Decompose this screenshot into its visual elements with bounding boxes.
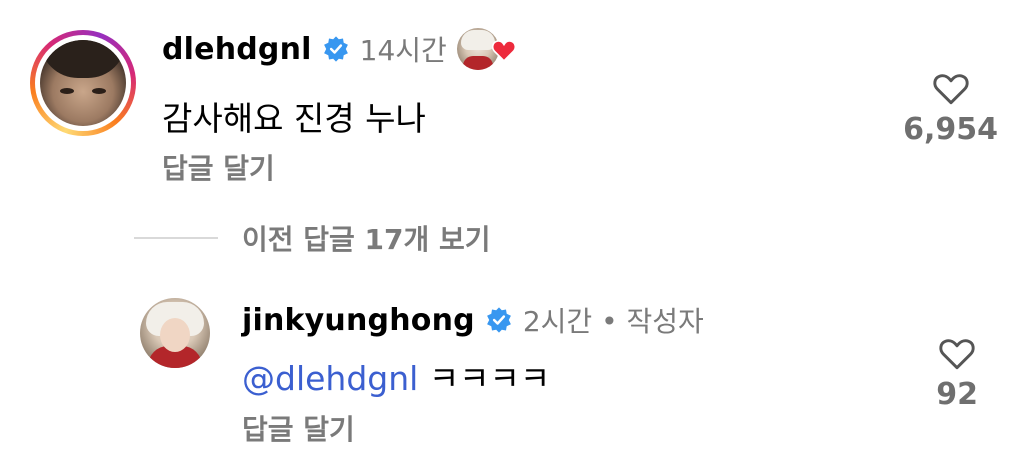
heart-filled-icon <box>491 40 516 62</box>
reply-body: ㅋㅋㅋㅋ <box>428 359 551 398</box>
avatar-story-ring[interactable] <box>30 30 136 136</box>
username[interactable]: dlehdgnl <box>162 32 312 67</box>
mention-link[interactable]: @dlehdgnl <box>242 359 418 398</box>
verified-badge-icon <box>486 307 511 333</box>
heart-outline-icon[interactable] <box>937 335 977 371</box>
creator-liked-indicator <box>456 28 521 70</box>
reply-text: @dlehdgnl ㅋㅋㅋㅋ <box>242 352 550 400</box>
reply-meta: 2시간 • 작성자 <box>522 305 704 338</box>
divider-line <box>134 237 218 239</box>
comment-text: 감사해요 진경 누나 <box>162 99 426 138</box>
view-previous-label[interactable]: 이전 답글 17개 보기 <box>242 218 491 258</box>
like-count: 92 <box>936 377 978 412</box>
like-button[interactable]: 92 <box>936 335 978 412</box>
verified-badge-icon <box>323 36 348 62</box>
comment-header: dlehdgnl 14시간 <box>162 28 521 70</box>
heart-outline-icon[interactable] <box>931 70 971 106</box>
reply-button[interactable]: 답글 달기 <box>162 147 275 187</box>
avatar-dlehdgnl[interactable] <box>40 40 126 126</box>
avatar-jinkyunghong[interactable] <box>140 298 210 368</box>
reply-button[interactable]: 답글 달기 <box>242 408 355 448</box>
reply-header: jinkyunghong 2시간 • 작성자 <box>242 300 704 340</box>
like-count: 6,954 <box>903 112 998 147</box>
comment-dlehdgnl: dlehdgnl 14시간 감사해요 진경 누나 답글 달기 6,954 <box>0 0 1024 200</box>
comment-time: 14시간 <box>359 34 447 67</box>
view-previous-replies[interactable]: 이전 답글 17개 보기 <box>134 218 491 258</box>
username[interactable]: jinkyunghong <box>242 303 475 338</box>
like-button[interactable]: 6,954 <box>903 70 998 147</box>
